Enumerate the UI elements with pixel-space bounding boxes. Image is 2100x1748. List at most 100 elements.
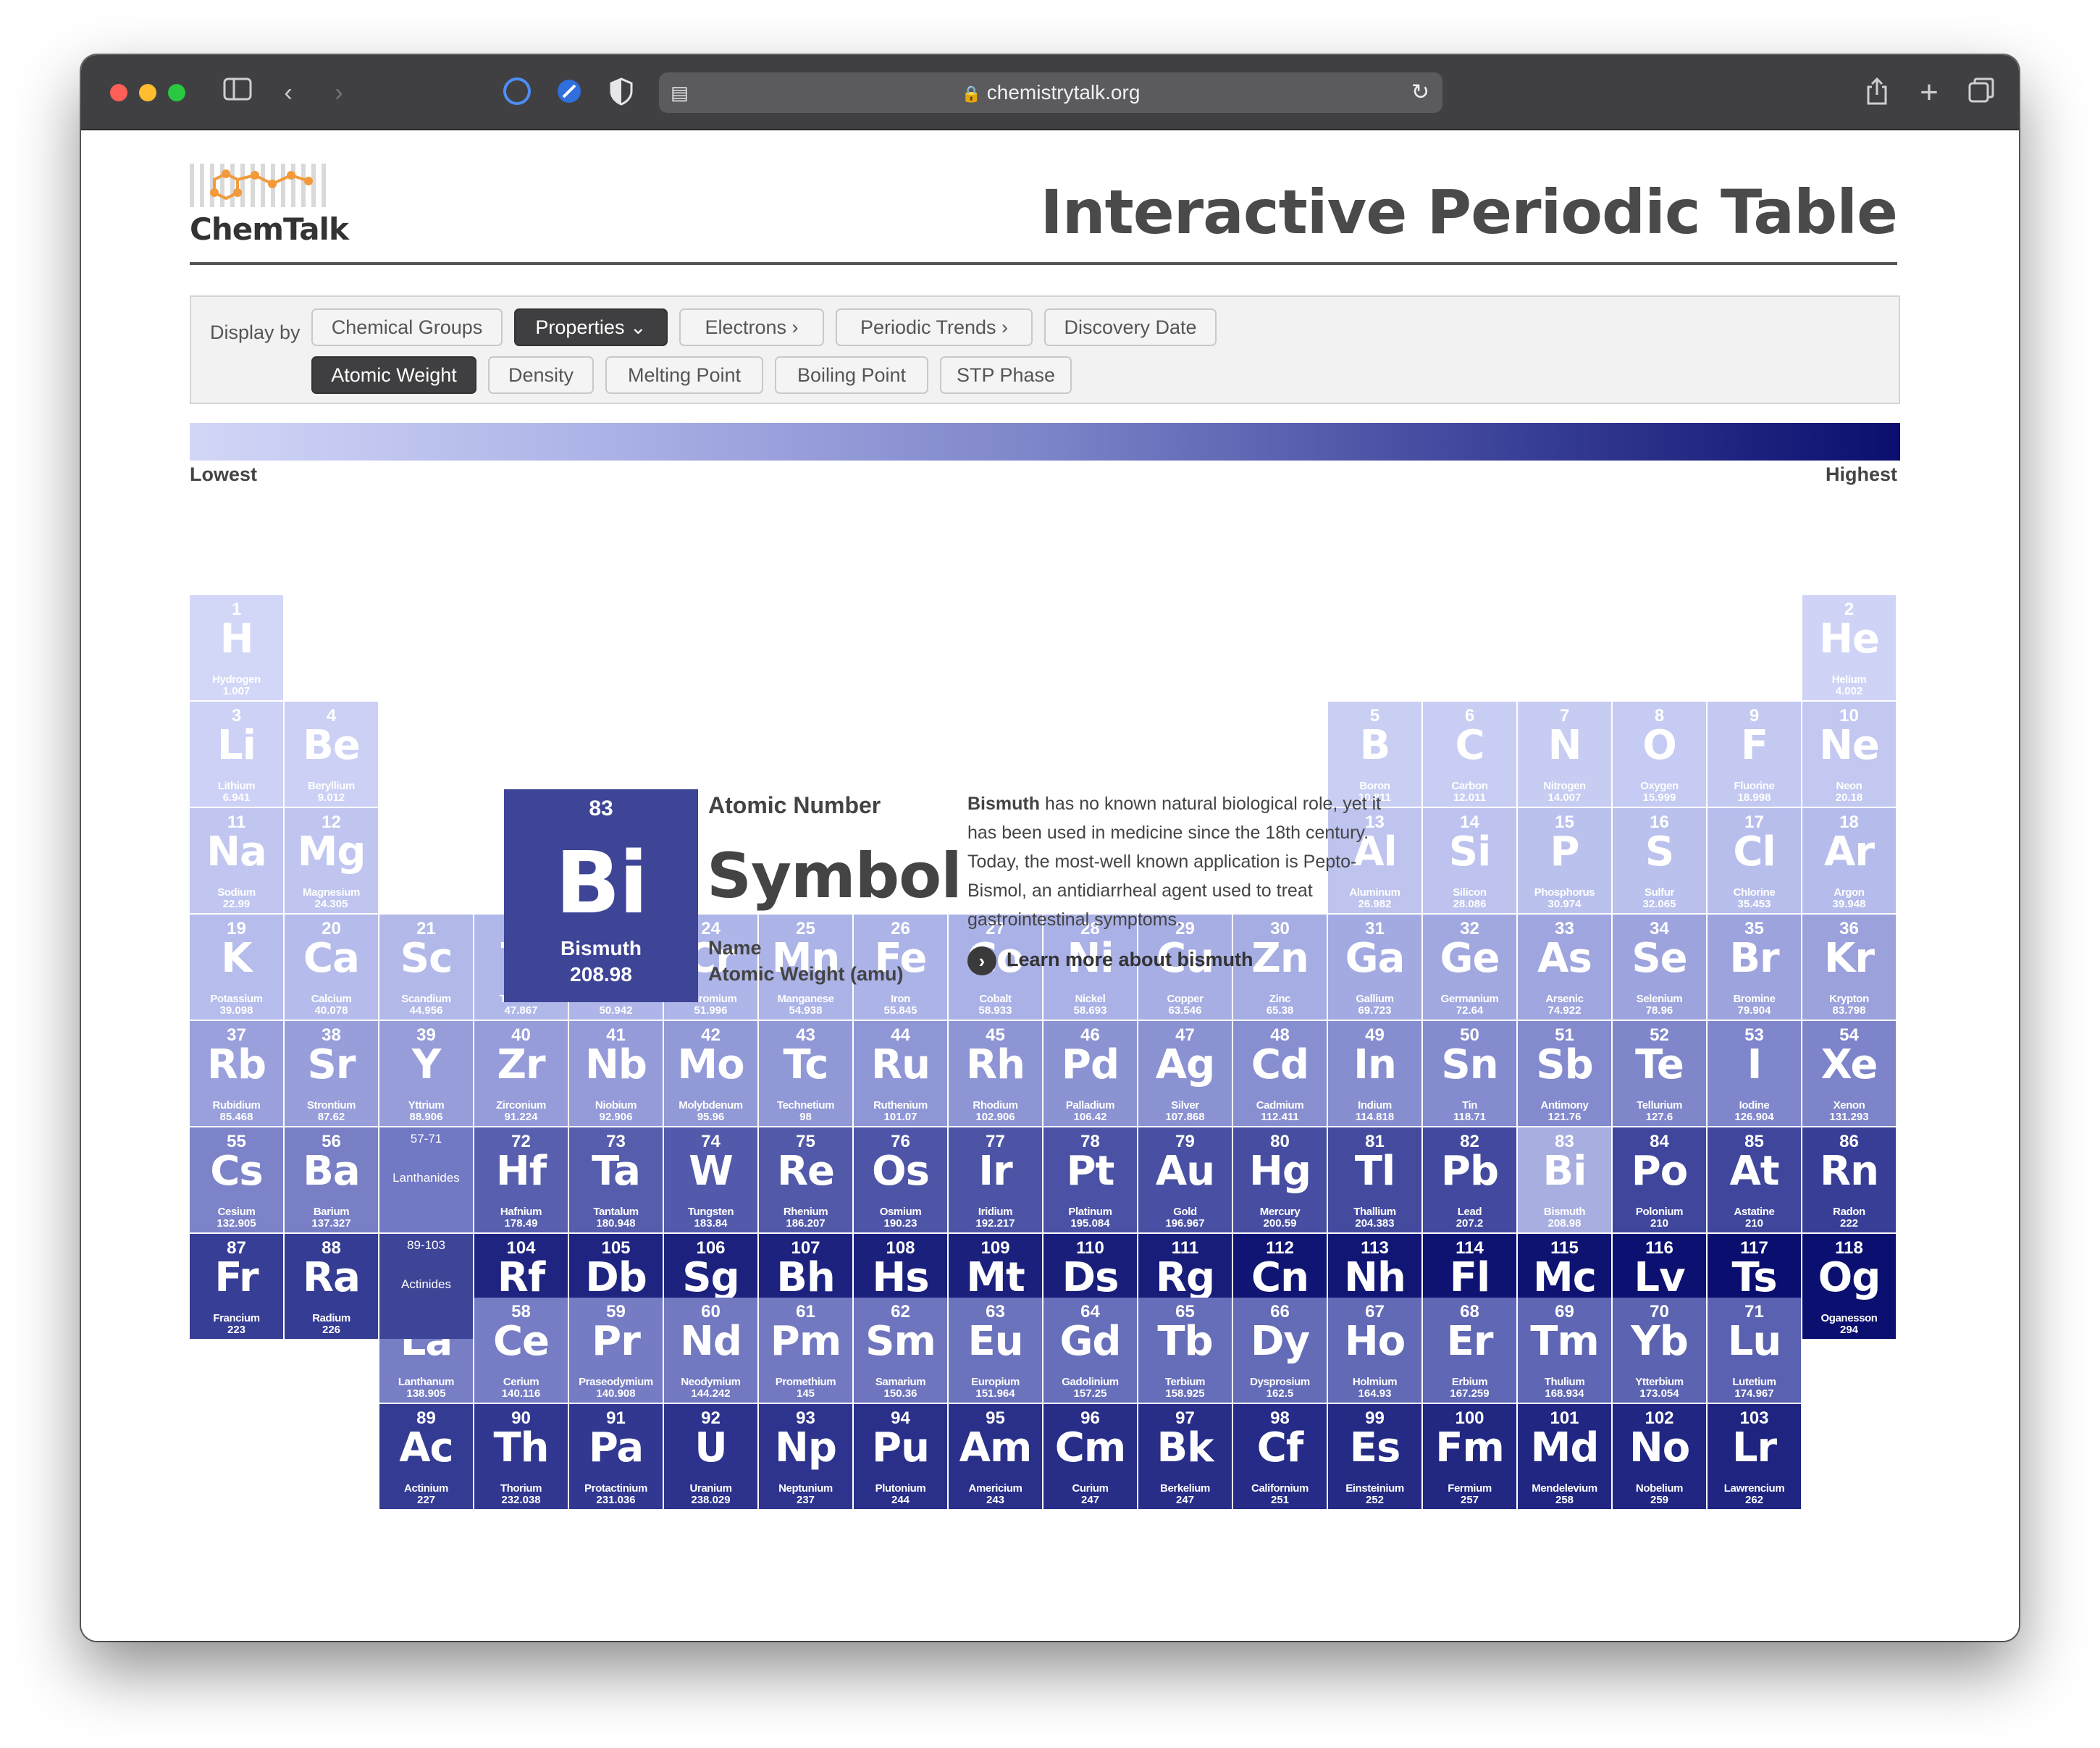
element-tile-platinum[interactable]: 78 Pt Platinum 195.084 — [1043, 1127, 1137, 1232]
element-tile-nobelium[interactable]: 102 No Nobelium 259 — [1613, 1404, 1706, 1509]
element-tile-magnesium[interactable]: 12 Mg Magnesium 24.305 — [285, 808, 378, 913]
element-tile-hafnium[interactable]: 72 Hf Hafnium 178.49 — [474, 1127, 568, 1232]
discovery-date-button[interactable]: Discovery Date — [1044, 308, 1217, 346]
element-tile-zirconium[interactable]: 40 Zr Zirconium 91.224 — [474, 1021, 568, 1126]
learn-more-link[interactable]: › Learn more about bismuth — [967, 944, 1253, 975]
shield-icon[interactable] — [605, 77, 637, 109]
element-tile-phosphorus[interactable]: 15 P Phosphorus 30.974 — [1518, 808, 1611, 913]
element-tile-promethium[interactable]: 61 Pm Promethium 145 — [759, 1298, 852, 1403]
element-tile-tantalum[interactable]: 73 Ta Tantalum 180.948 — [569, 1127, 663, 1232]
element-tile-gold[interactable]: 79 Au Gold 196.967 — [1138, 1127, 1232, 1232]
reader-icon[interactable]: ▤ — [671, 72, 689, 113]
element-tile-erbium[interactable]: 68 Er Erbium 167.259 — [1423, 1298, 1516, 1403]
element-tile-molybdenum[interactable]: 42 Mo Molybdenum 95.96 — [664, 1021, 757, 1126]
element-tile-carbon[interactable]: 6 C Carbon 12.011 — [1423, 702, 1516, 807]
element-tile-rubidium[interactable]: 37 Rb Rubidium 85.468 — [190, 1021, 283, 1126]
element-tile-silicon[interactable]: 14 Si Silicon 28.086 — [1423, 808, 1516, 913]
element-tile-beryllium[interactable]: 4 Be Beryllium 9.012 — [285, 702, 378, 807]
zoom-window-button[interactable] — [168, 84, 185, 101]
new-tab-icon[interactable]: + — [1913, 77, 1945, 109]
density-button[interactable]: Density — [488, 356, 594, 394]
element-tile-protactinium[interactable]: 91 Pa Protactinium 231.036 — [569, 1404, 663, 1509]
forward-icon[interactable]: › — [323, 77, 355, 109]
share-icon[interactable] — [1861, 77, 1893, 109]
sidebar-icon[interactable] — [222, 77, 253, 109]
element-tile-thorium[interactable]: 90 Th Thorium 232.038 — [474, 1404, 568, 1509]
element-tile-francium[interactable]: 87 Fr Francium 223 — [190, 1234, 283, 1339]
element-tile-antimony[interactable]: 51 Sb Antimony 121.76 — [1518, 1021, 1611, 1126]
lanthanides-placeholder[interactable]: 57-71 Lanthanides — [379, 1127, 473, 1232]
element-tile-neon[interactable]: 10 Ne Neon 20.18 — [1802, 702, 1896, 807]
element-tile-arsenic[interactable]: 33 As Arsenic 74.922 — [1518, 915, 1611, 1020]
properties-button[interactable]: Properties ⌄ — [514, 308, 668, 346]
element-tile-californium[interactable]: 98 Cf Californium 251 — [1233, 1404, 1327, 1509]
element-tile-astatine[interactable]: 85 At Astatine 210 — [1708, 1127, 1801, 1232]
element-tile-sodium[interactable]: 11 Na Sodium 22.99 — [190, 808, 283, 913]
stp-phase-button[interactable]: STP Phase — [940, 356, 1072, 394]
element-tile-germanium[interactable]: 32 Ge Germanium 72.64 — [1423, 915, 1516, 1020]
element-tile-iodine[interactable]: 53 I Iodine 126.904 — [1708, 1021, 1801, 1126]
element-tile-cesium[interactable]: 55 Cs Cesium 132.905 — [190, 1127, 283, 1232]
element-tile-europium[interactable]: 63 Eu Europium 151.964 — [949, 1298, 1042, 1403]
element-tile-barium[interactable]: 56 Ba Barium 137.327 — [285, 1127, 378, 1232]
element-tile-terbium[interactable]: 65 Tb Terbium 158.925 — [1138, 1298, 1232, 1403]
element-tile-fermium[interactable]: 100 Fm Fermium 257 — [1423, 1404, 1516, 1509]
element-tile-tungsten[interactable]: 74 W Tungsten 183.84 — [664, 1127, 757, 1232]
element-tile-radon[interactable]: 86 Rn Radon 222 — [1802, 1127, 1896, 1232]
element-tile-niobium[interactable]: 41 Nb Niobium 92.906 — [569, 1021, 663, 1126]
chemical-groups-button[interactable]: Chemical Groups — [311, 308, 503, 346]
reload-icon[interactable]: ↻ — [1411, 72, 1429, 113]
element-tile-sulfur[interactable]: 16 S Sulfur 32.065 — [1613, 808, 1706, 913]
element-tile-yttrium[interactable]: 39 Y Yttrium 88.906 — [379, 1021, 473, 1126]
element-tile-rhodium[interactable]: 45 Rh Rhodium 102.906 — [949, 1021, 1042, 1126]
element-tile-actinium[interactable]: 89 Ac Actinium 227 — [379, 1404, 473, 1509]
element-tile-lawrencium[interactable]: 103 Lr Lawrencium 262 — [1708, 1404, 1801, 1509]
element-tile-neodymium[interactable]: 60 Nd Neodymium 144.242 — [664, 1298, 757, 1403]
electrons-button[interactable]: Electrons › — [679, 308, 824, 346]
extension-2-icon[interactable] — [553, 77, 585, 109]
element-tile-calcium[interactable]: 20 Ca Calcium 40.078 — [285, 915, 378, 1020]
element-tile-uranium[interactable]: 92 U Uranium 238.029 — [664, 1404, 757, 1509]
element-tile-strontium[interactable]: 38 Sr Strontium 87.62 — [285, 1021, 378, 1126]
element-tile-curium[interactable]: 96 Cm Curium 247 — [1043, 1404, 1137, 1509]
element-tile-cadmium[interactable]: 48 Cd Cadmium 112.411 — [1233, 1021, 1327, 1126]
element-tile-mercury[interactable]: 80 Hg Mercury 200.59 — [1233, 1127, 1327, 1232]
atomic-weight-button[interactable]: Atomic Weight — [311, 356, 476, 394]
element-tile-radium[interactable]: 88 Ra Radium 226 — [285, 1234, 378, 1339]
element-tile-dysprosium[interactable]: 66 Dy Dysprosium 162.5 — [1233, 1298, 1327, 1403]
address-bar[interactable]: ▤ 🔒 chemistrytalk.org ↻ — [659, 72, 1442, 113]
element-tile-fluorine[interactable]: 9 F Fluorine 18.998 — [1708, 702, 1801, 807]
melting-point-button[interactable]: Melting Point — [605, 356, 763, 394]
element-tile-americium[interactable]: 95 Am Americium 243 — [949, 1404, 1042, 1509]
element-tile-oganesson[interactable]: 118 Og Oganesson 294 — [1802, 1234, 1896, 1339]
chemtalk-logo[interactable]: ChemTalk — [190, 159, 349, 247]
element-tile-ruthenium[interactable]: 44 Ru Ruthenium 101.07 — [854, 1021, 947, 1126]
tab-overview-icon[interactable] — [1965, 77, 1997, 109]
element-tile-bromine[interactable]: 35 Br Bromine 79.904 — [1708, 915, 1801, 1020]
element-tile-lithium[interactable]: 3 Li Lithium 6.941 — [190, 702, 283, 807]
element-tile-argon[interactable]: 18 Ar Argon 39.948 — [1802, 808, 1896, 913]
element-tile-bismuth[interactable]: 83 Bi Bismuth 208.98 — [1518, 1127, 1611, 1232]
element-tile-tellurium[interactable]: 52 Te Tellurium 127.6 — [1613, 1021, 1706, 1126]
periodic-trends-button[interactable]: Periodic Trends › — [836, 308, 1033, 346]
boiling-point-button[interactable]: Boiling Point — [775, 356, 928, 394]
element-tile-hydrogen[interactable]: 1 H Hydrogen 1.007 — [190, 595, 283, 700]
element-tile-lead[interactable]: 82 Pb Lead 207.2 — [1423, 1127, 1516, 1232]
element-tile-selenium[interactable]: 34 Se Selenium 78.96 — [1613, 915, 1706, 1020]
close-window-button[interactable] — [110, 84, 127, 101]
element-tile-rhenium[interactable]: 75 Re Rhenium 186.207 — [759, 1127, 852, 1232]
element-tile-oxygen[interactable]: 8 O Oxygen 15.999 — [1613, 702, 1706, 807]
extension-1-icon[interactable] — [501, 77, 533, 109]
back-icon[interactable]: ‹ — [272, 77, 304, 109]
element-tile-technetium[interactable]: 43 Tc Technetium 98 — [759, 1021, 852, 1126]
element-tile-krypton[interactable]: 36 Kr Krypton 83.798 — [1802, 915, 1896, 1020]
element-tile-palladium[interactable]: 46 Pd Palladium 106.42 — [1043, 1021, 1137, 1126]
element-tile-iridium[interactable]: 77 Ir Iridium 192.217 — [949, 1127, 1042, 1232]
element-tile-cerium[interactable]: 58 Ce Cerium 140.116 — [474, 1298, 568, 1403]
element-tile-indium[interactable]: 49 In Indium 114.818 — [1328, 1021, 1421, 1126]
element-tile-thulium[interactable]: 69 Tm Thulium 168.934 — [1518, 1298, 1611, 1403]
element-tile-einsteinium[interactable]: 99 Es Einsteinium 252 — [1328, 1404, 1421, 1509]
actinides-placeholder[interactable]: 89-103 Actinides — [379, 1234, 473, 1339]
element-tile-lutetium[interactable]: 71 Lu Lutetium 174.967 — [1708, 1298, 1801, 1403]
element-tile-ytterbium[interactable]: 70 Yb Ytterbium 173.054 — [1613, 1298, 1706, 1403]
